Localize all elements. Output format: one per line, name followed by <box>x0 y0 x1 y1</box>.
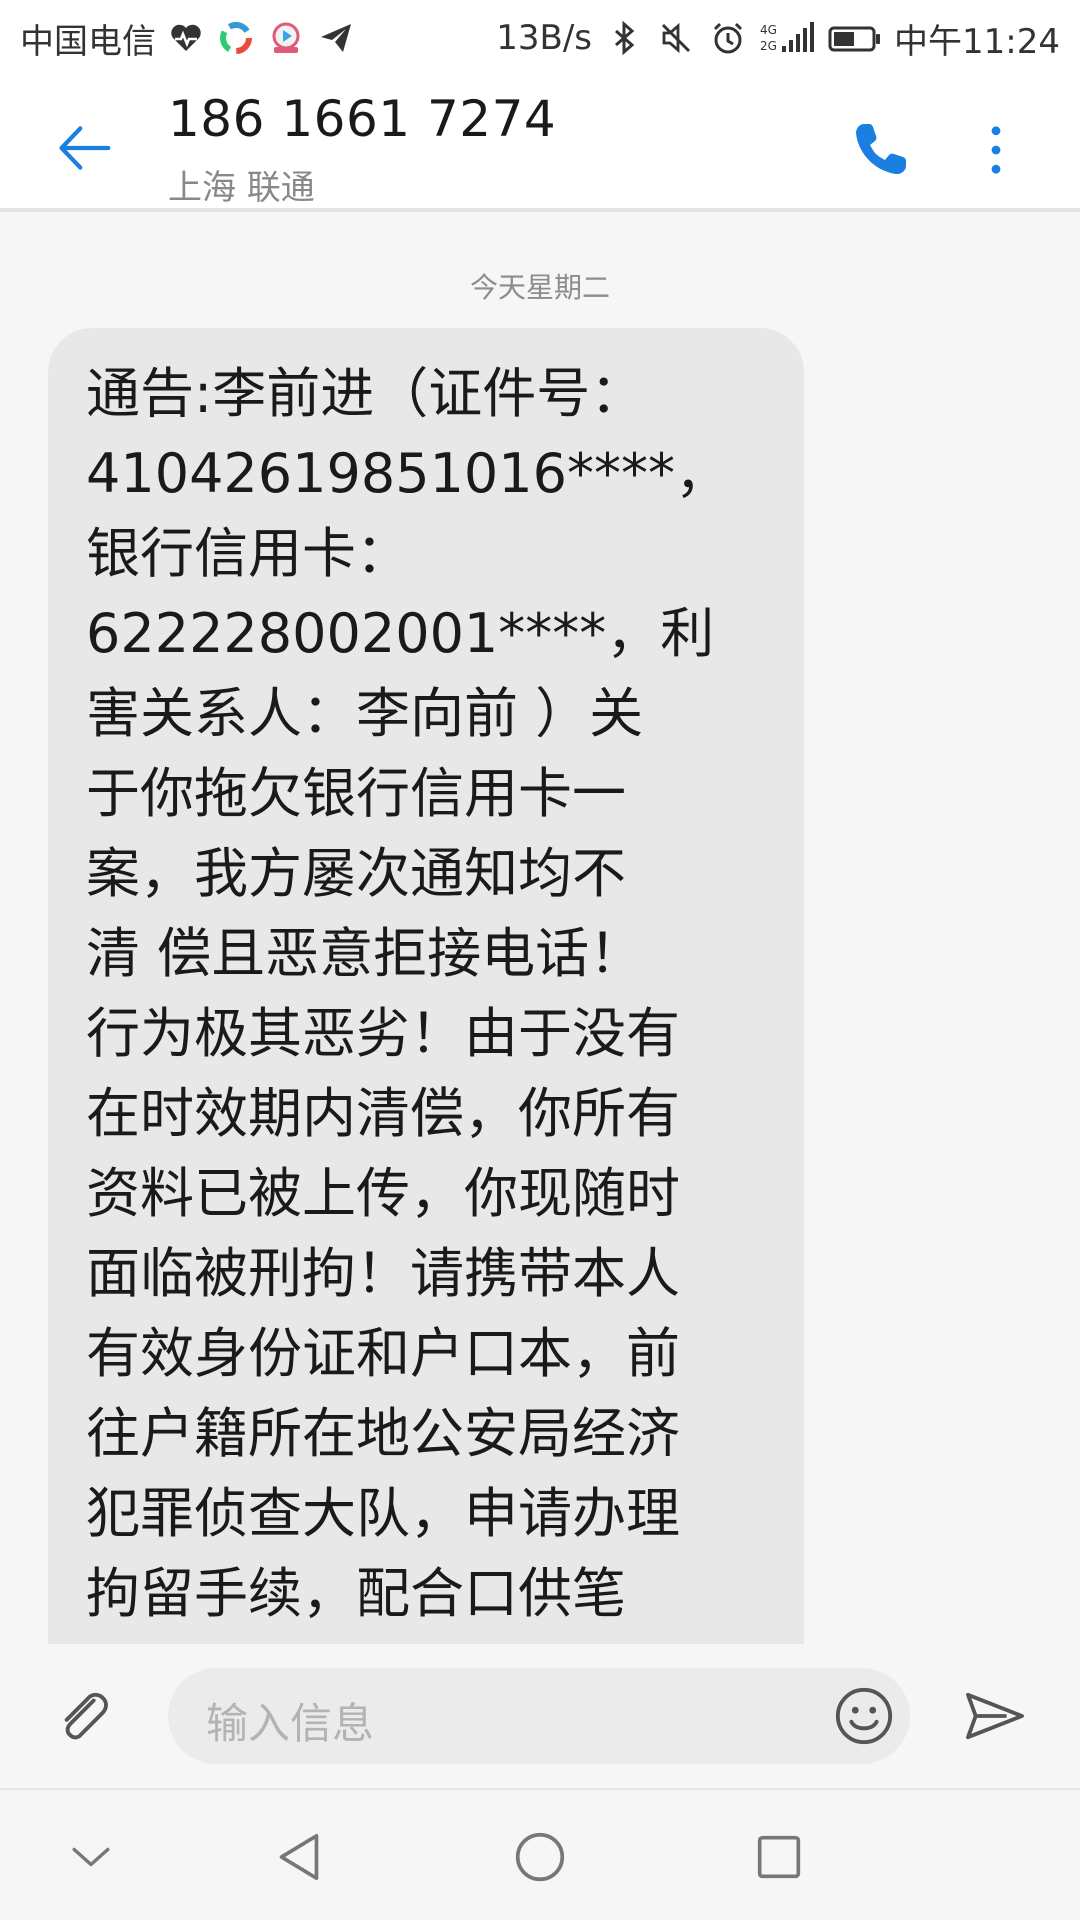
arrow-left-icon <box>59 126 111 170</box>
message-line: 行为极其恶劣！由于没有 <box>86 1002 680 1065</box>
message-input[interactable]: 输入信息 <box>168 1668 910 1764</box>
contact-number: 186 1661 7274 <box>168 90 557 148</box>
message-input-placeholder: 输入信息 <box>206 1699 375 1748</box>
back-triangle-icon <box>279 1834 319 1880</box>
battery-icon <box>828 18 882 58</box>
paperclip-icon <box>64 1692 108 1740</box>
message-line: 在时效期内清偿，你所有 <box>86 1082 680 1145</box>
svg-text:2G: 2G <box>760 39 777 53</box>
nav-recents-button[interactable] <box>744 1822 814 1892</box>
incoming-message-bubble[interactable]: 通告:李前进（证件号： 41042619851016****， 银行信用卡： 6… <box>48 328 804 1644</box>
message-line: 通告:李前进（证件号： <box>86 362 645 425</box>
status-right: 13B/s 4G 2G 中午11:24 <box>496 14 1060 63</box>
status-left: 中国电信 <box>20 14 356 63</box>
message-line: 于你拖欠银行信用卡一 <box>86 762 626 825</box>
call-button[interactable] <box>840 110 920 190</box>
recents-square-icon <box>757 1835 801 1879</box>
mute-icon <box>656 18 696 58</box>
system-navigation-bar <box>0 1788 1080 1920</box>
date-separator: 今天星期二 <box>469 271 610 304</box>
nav-home-button[interactable] <box>505 1822 575 1892</box>
message-list[interactable]: 今天星期二 通告:李前进（证件号： 41042619851016****， 银行… <box>0 216 1080 1644</box>
message-line: 拘留手续，配合口供笔 <box>86 1562 626 1625</box>
message-line: 资料已被上传，你现随时 <box>86 1162 680 1225</box>
message-line: 害关系人：李向前 ）关 <box>86 682 644 745</box>
contact-location: 上海 联通 <box>168 168 315 208</box>
message-line: 622228002001****，利 <box>86 602 715 665</box>
more-vertical-icon <box>991 126 1001 174</box>
conversation-header: 186 1661 7274 上海 联通 <box>0 76 1080 212</box>
alarm-icon <box>708 18 748 58</box>
send-button[interactable] <box>960 1684 1030 1748</box>
smiley-icon <box>835 1687 893 1745</box>
message-line: 有效身份证和户口本，前 <box>86 1322 680 1385</box>
bluetooth-icon <box>604 18 644 58</box>
home-circle-icon <box>515 1832 565 1882</box>
send-icon <box>966 1692 1024 1740</box>
video-app-icon <box>266 18 306 58</box>
message-line: 清 偿且恶意拒接电话！ <box>86 922 644 985</box>
paper-plane-icon <box>316 18 356 58</box>
nav-back-button[interactable] <box>264 1822 334 1892</box>
message-line: 面临被刑拘！请携带本人 <box>86 1242 680 1305</box>
hide-nav-button[interactable] <box>56 1822 126 1892</box>
svg-text:4G: 4G <box>760 23 777 37</box>
message-line: 犯罪侦查大队，申请办理 <box>86 1482 680 1545</box>
status-bar: 中国电信 13B/s 4G 2G 中午11:24 <box>0 0 1080 76</box>
color-wheel-app-icon <box>216 18 256 58</box>
message-line: 银行信用卡： <box>86 522 410 585</box>
back-button[interactable] <box>44 110 124 186</box>
compose-bar: 输入信息 <box>0 1644 1080 1788</box>
more-options-button[interactable] <box>972 110 1020 190</box>
message-line: 案，我方屡次通知均不 <box>86 842 626 905</box>
emoji-button[interactable] <box>830 1682 898 1750</box>
message-line: 往户籍所在地公安局经济 <box>86 1402 680 1465</box>
phone-icon <box>856 124 906 174</box>
carrier-label: 中国电信 <box>20 21 156 62</box>
attach-button[interactable] <box>52 1684 116 1748</box>
clock: 中午11:24 <box>894 21 1060 62</box>
message-line: 41042619851016****， <box>86 442 729 505</box>
net-speed: 13B/s <box>496 18 593 58</box>
chevron-down-icon <box>72 1847 110 1867</box>
signal-icon: 4G 2G <box>760 18 816 58</box>
heart-monitor-icon <box>166 18 206 58</box>
